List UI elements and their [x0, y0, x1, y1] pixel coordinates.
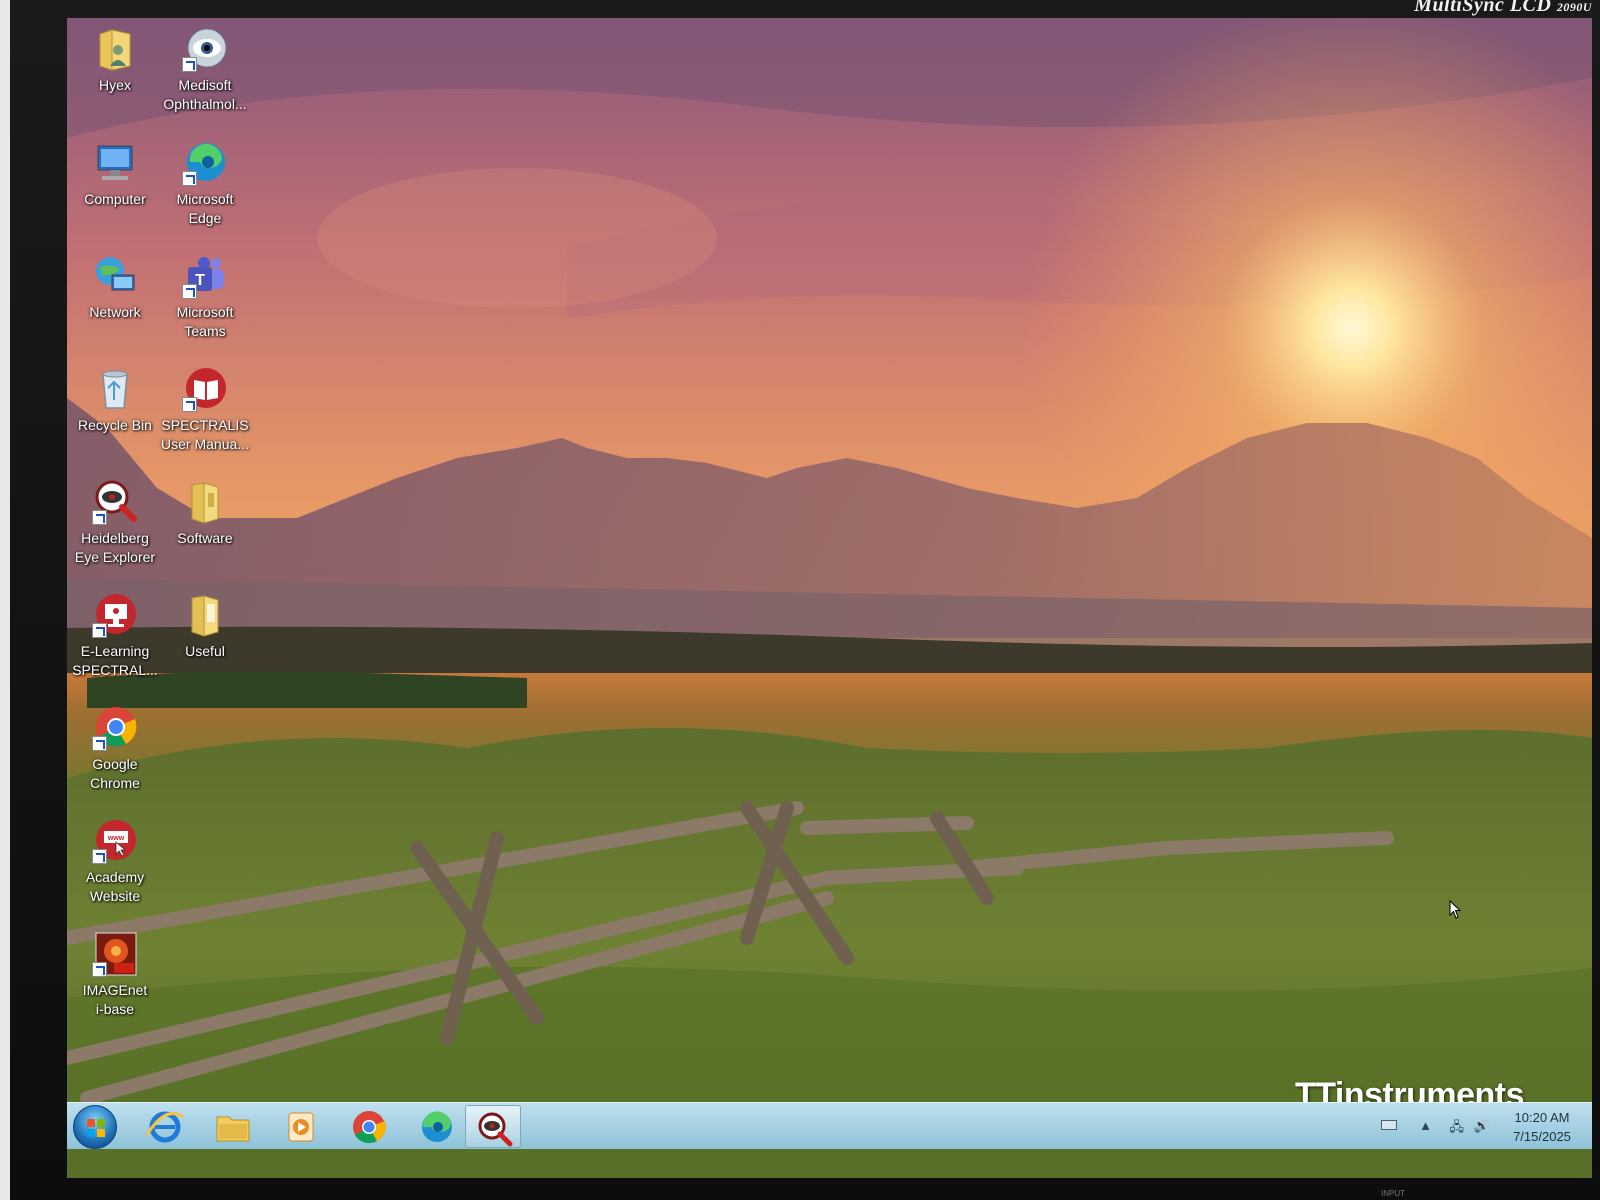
svg-text:www: www [107, 835, 125, 842]
taskbar-windows-media-player[interactable] [273, 1105, 329, 1148]
folder-icon [182, 592, 228, 638]
computer-icon [92, 140, 138, 186]
icon-label: Microsoft Teams [176, 304, 234, 339]
icon-label: Software [177, 530, 233, 546]
clock-date: 7/15/2025 [1513, 1129, 1571, 1144]
desktop-icon-microsoft-teams[interactable]: T Microsoft Teams [157, 253, 253, 341]
desktop-icon-medisoft[interactable]: Medisoft Ophthalmol... [157, 26, 253, 114]
icon-label: Google Chrome [90, 756, 140, 791]
folder-icon [182, 479, 228, 525]
icon-label: IMAGEnet i-base [82, 982, 148, 1017]
wallpaper [67, 18, 1592, 1178]
monitor-brand: MultiSync LCD 2090U [1414, 0, 1592, 17]
icon-label: Computer [84, 191, 146, 207]
icon-label: Recycle Bin [78, 417, 152, 433]
clock-time: 10:20 AM [1514, 1110, 1570, 1125]
imagenet-icon [92, 931, 138, 977]
mouse-cursor-icon [1449, 900, 1462, 919]
network-tray-icon[interactable]: 🖧 [1450, 1118, 1465, 1140]
e-learning-icon [92, 592, 138, 638]
taskbar-clock[interactable]: 10:20 AM 7/15/2025 [1502, 1108, 1582, 1146]
desktop-icon-heidelberg-eye-explorer[interactable]: Heidelberg Eye Explorer [67, 479, 163, 567]
show-hidden-icons-icon[interactable]: ▲ [1419, 1118, 1432, 1133]
taskbar-microsoft-edge[interactable] [409, 1105, 465, 1148]
teams-icon: T [182, 253, 228, 299]
desktop-icon-e-learning-spectralis[interactable]: E-Learning SPECTRAL... [67, 592, 163, 680]
icon-label: Heidelberg Eye Explorer [74, 530, 156, 565]
start-button[interactable] [73, 1105, 117, 1149]
desktop-icon-computer[interactable]: Computer [67, 140, 163, 209]
folder-icon [216, 1116, 250, 1142]
desktop-icon-software-folder[interactable]: Software [157, 479, 253, 548]
web-link-icon: www [92, 818, 138, 864]
eye-app-icon [182, 26, 228, 72]
taskbar-heidelberg-eye-explorer[interactable] [465, 1105, 521, 1148]
windows-logo-icon [87, 1119, 105, 1137]
desktop-icon-recycle-bin[interactable]: Recycle Bin [67, 366, 163, 435]
chrome-icon [92, 705, 138, 751]
desktop-icon-useful-folder[interactable]: Useful [157, 592, 253, 661]
brand-name: MultiSync LCD [1414, 0, 1552, 16]
icon-label: E-Learning SPECTRAL... [72, 643, 158, 678]
eye-magnifier-icon [92, 479, 138, 525]
desktop-screen: Hyex Medisoft Ophthalmol... Computer Mic… [67, 18, 1592, 1178]
internet-explorer-icon [145, 1111, 184, 1143]
background-wall [0, 0, 10, 1200]
monitor-input-label: INPUT [1381, 1189, 1405, 1198]
taskbar-windows-explorer[interactable] [205, 1105, 261, 1148]
desktop-icon-network[interactable]: Network [67, 253, 163, 322]
taskbar: ▲ 🖧 🔊 10:20 AM 7/15/2025 [67, 1102, 1592, 1149]
brand-model: 2090U [1556, 0, 1592, 14]
folder-user-icon [92, 26, 138, 72]
pdf-book-icon [182, 366, 228, 412]
system-tray: ▲ 🖧 🔊 10:20 AM 7/15/2025 [1352, 1103, 1582, 1150]
network-icon [92, 253, 138, 299]
desktop-icon-academy-website[interactable]: www Academy Website [67, 818, 163, 906]
eye-magnifier-icon [478, 1112, 513, 1147]
taskbar-google-chrome[interactable] [341, 1105, 397, 1148]
edge-icon [182, 140, 228, 186]
volume-icon[interactable]: 🔊 [1474, 1118, 1490, 1134]
taskbar-internet-explorer[interactable] [137, 1105, 193, 1148]
desktop-icon-microsoft-edge[interactable]: Microsoft Edge [157, 140, 253, 228]
keyboard-icon[interactable] [1381, 1120, 1397, 1130]
icon-label: Hyex [99, 77, 131, 93]
icon-label: Microsoft Edge [176, 191, 234, 226]
chrome-icon [353, 1111, 387, 1144]
icon-label: Useful [185, 643, 225, 659]
desktop-icon-google-chrome[interactable]: Google Chrome [67, 705, 163, 793]
media-player-icon [288, 1112, 314, 1142]
recycle-bin-icon [92, 366, 138, 412]
icon-label: SPECTRALIS User Manua... [161, 417, 249, 452]
icon-label: Medisoft Ophthalmol... [163, 77, 247, 112]
desktop-icon-imagenet-i-base[interactable]: IMAGEnet i-base [67, 931, 163, 1019]
edge-icon [422, 1111, 452, 1142]
icon-label: Academy Website [85, 869, 145, 904]
desktop-icon-spectralis-manual[interactable]: SPECTRALIS User Manua... [157, 366, 253, 454]
desktop-icon-hyex[interactable]: Hyex [67, 26, 163, 95]
icon-label: Network [89, 304, 141, 320]
